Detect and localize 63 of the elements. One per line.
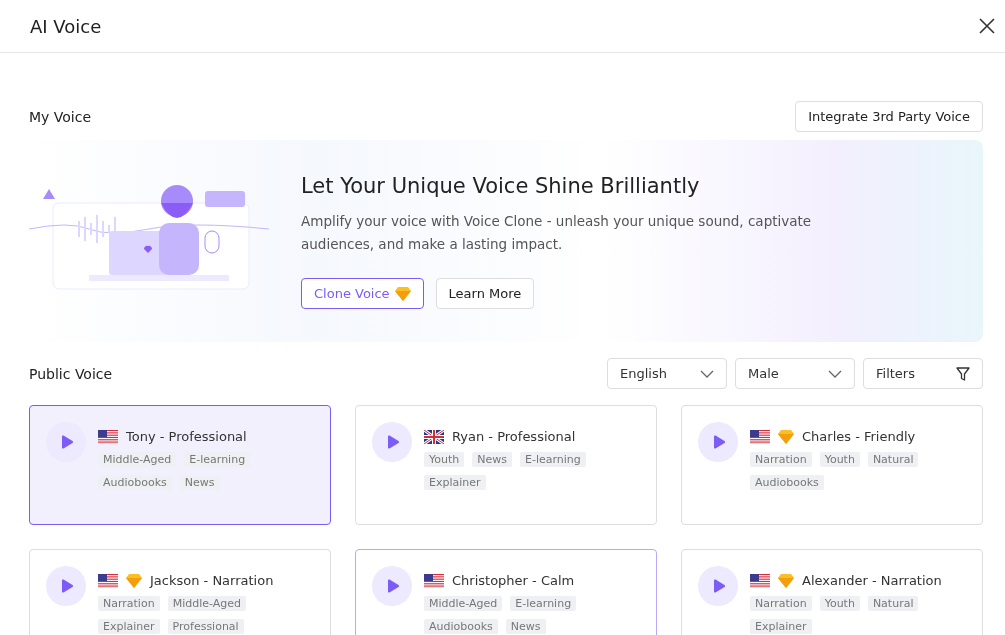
play-button[interactable] [698, 422, 738, 462]
play-button[interactable] [46, 422, 86, 462]
window-title: AI Voice [30, 15, 102, 37]
voice-name: Jackson - Narration [150, 573, 274, 588]
learn-more-button[interactable]: Learn More [435, 277, 535, 309]
tag: News [472, 452, 512, 467]
play-button[interactable] [372, 422, 412, 462]
tag: E-learning [510, 596, 577, 611]
filter-icon [956, 366, 970, 381]
banner-description: Amplify your voice with Voice Clone - unleash your unique sound, captivate audiences, and make a lasting impact. [301, 211, 813, 254]
play-icon [61, 578, 74, 594]
tag: Professional [167, 619, 244, 634]
banner-heading: Let Your Unique Voice Shine Brilliantly [301, 173, 701, 198]
dropdown[interactable]: English [607, 358, 727, 389]
voice-card[interactable]: Ryan - Professional Youth News E-learning Explainer [355, 405, 657, 525]
chevron-down-icon [828, 369, 842, 378]
tag: Middle-Aged [424, 596, 503, 611]
play-icon [713, 578, 726, 594]
play-button[interactable] [698, 566, 738, 606]
tag: Audiobooks [750, 475, 824, 490]
voice-name: Charles - Friendly [802, 429, 916, 444]
play-icon [61, 434, 74, 450]
voice-name: Christopher - Calm [452, 573, 575, 588]
play-icon [387, 434, 400, 450]
voice-name: Alexander - Narration [802, 573, 942, 588]
voice-card[interactable]: Christopher - Calm Middle-Aged E-learning Audiobooks News [355, 549, 657, 635]
tag: Narration [750, 596, 812, 611]
chevron-down-icon [700, 369, 714, 378]
voice-card[interactable]: Jackson - Narration Narration Middle-Aged Explainer Professional [29, 549, 331, 635]
tag: Youth [424, 452, 465, 467]
tag: Narration [750, 452, 812, 467]
play-button[interactable] [372, 566, 412, 606]
tag: Middle-Aged [98, 452, 177, 467]
tag: Explainer [750, 619, 812, 634]
tag: Natural [867, 596, 919, 611]
play-icon [713, 434, 726, 450]
play-button[interactable] [46, 566, 86, 606]
filters-button[interactable]: Filters [863, 358, 983, 389]
voice-card[interactable]: Tony - Professional Middle-Aged E-learning Audiobooks News [29, 405, 331, 525]
tag: Youth [819, 452, 860, 467]
tag: Natural [867, 452, 919, 467]
section-title: My Voice [29, 108, 92, 125]
section-title: Public Voice [29, 365, 113, 382]
tag: News [505, 619, 546, 634]
voice-card[interactable]: Alexander - Narration Narration Youth Natural Explainer [681, 549, 983, 635]
close-icon[interactable] [979, 18, 995, 34]
tag: Audiobooks [424, 619, 498, 634]
play-icon [387, 578, 400, 594]
tag: Narration [98, 596, 160, 611]
tag: E-learning [184, 452, 251, 467]
voice-name: Ryan - Professional [452, 429, 576, 444]
tag: E-learning [520, 452, 586, 467]
dropdown[interactable]: Male [735, 358, 855, 389]
tag: Youth [819, 596, 860, 611]
voice-card[interactable]: Charles - Friendly Narration Youth Natural Audiobooks [681, 405, 983, 525]
tag: Explainer [98, 619, 160, 634]
tag: Explainer [424, 475, 486, 490]
tag: Middle-Aged [167, 596, 246, 611]
tag: News [179, 475, 220, 490]
voice-name: Tony - Professional [126, 429, 247, 444]
tag: Audiobooks [98, 475, 172, 490]
integrate-voice-button[interactable]: Integrate 3rd Party Voice [795, 101, 983, 132]
clone-voice-button[interactable]: Clone Voice [301, 277, 424, 309]
